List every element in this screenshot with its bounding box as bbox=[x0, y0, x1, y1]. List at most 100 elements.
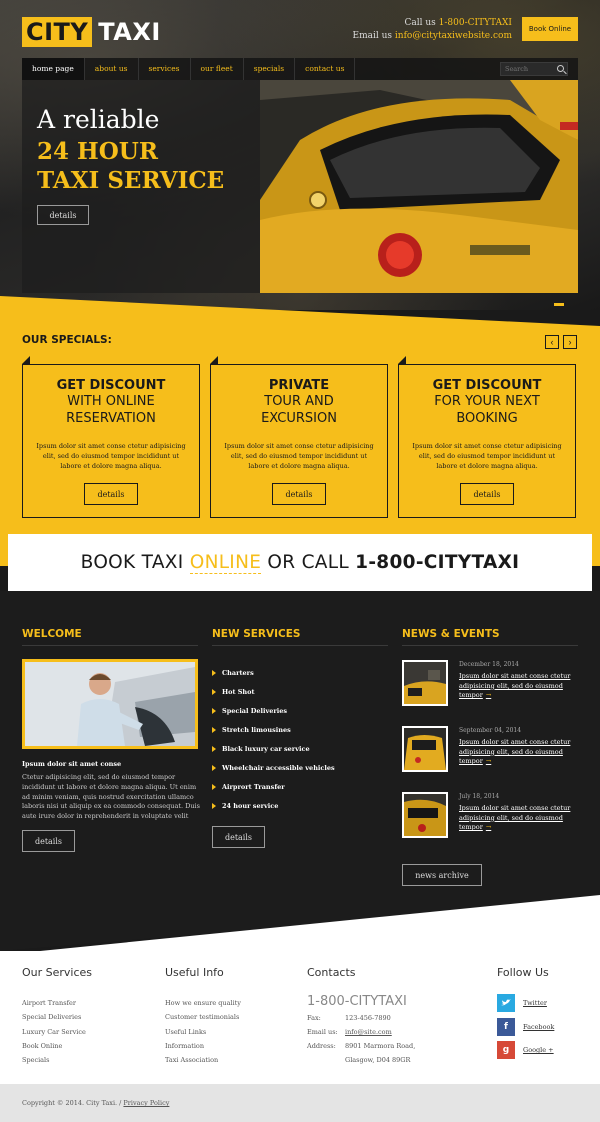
copyright-bar: Copyright © 2014. City Taxi. / Privacy P… bbox=[0, 1084, 600, 1122]
service-label: Special Deliveries bbox=[222, 706, 288, 715]
book-online-button[interactable]: Book Online bbox=[522, 17, 578, 41]
service-label: Black luxury car service bbox=[222, 744, 310, 753]
news-thumbnail[interactable] bbox=[402, 660, 448, 706]
news-archive-button[interactable]: news archive bbox=[402, 864, 482, 886]
call-line: Call us 1-800-CITYTAXI bbox=[353, 17, 512, 30]
news-link[interactable]: Ipsum dolor sit amet conse ctetur adipis… bbox=[459, 672, 577, 701]
logo[interactable]: CITY TAXI bbox=[22, 17, 161, 47]
footer-link[interactable]: Customer testimonials bbox=[165, 1010, 241, 1024]
welcome-text: Ctetur adipisicing elit, sed do eiusmod … bbox=[22, 773, 200, 823]
hero-headline-3: TAXI SERVICE bbox=[37, 167, 225, 194]
main-nav: home page about us services our fleet sp… bbox=[22, 58, 578, 80]
footer-link[interactable]: Airport Transfer bbox=[22, 996, 86, 1010]
driver-photo bbox=[22, 659, 198, 749]
list-item[interactable]: Stretch limousines bbox=[212, 720, 335, 739]
logo-taxi: TAXI bbox=[98, 18, 161, 46]
book-bar-text-2: OR CALL bbox=[261, 552, 356, 573]
bullet-arrow-icon bbox=[212, 688, 216, 695]
bullet-arrow-icon bbox=[212, 707, 216, 714]
nav-item-about[interactable]: about us bbox=[85, 58, 139, 80]
bullet-arrow-icon bbox=[212, 783, 216, 790]
footer-link[interactable]: Special Deliveries bbox=[22, 1010, 86, 1024]
footer-phone: 1-800-CITYTAXI bbox=[307, 994, 407, 1009]
nav-item-specials[interactable]: specials bbox=[244, 58, 296, 80]
prev-arrow-button[interactable]: ‹ bbox=[545, 335, 559, 349]
footer-email-link[interactable]: info@site.com bbox=[345, 1028, 392, 1036]
service-label: Charters bbox=[222, 668, 254, 677]
card-subheading-2: BOOKING bbox=[456, 411, 518, 426]
list-item[interactable]: Wheelchair accessible vehicles bbox=[212, 758, 335, 777]
privacy-policy-link[interactable]: Privacy Policy bbox=[123, 1099, 169, 1107]
footer-link[interactable]: Useful Links bbox=[165, 1025, 241, 1039]
call-number[interactable]: 1-800-CITYTAXI bbox=[439, 18, 512, 28]
list-item[interactable]: Airprort Transfer bbox=[212, 777, 335, 796]
nav-item-contact[interactable]: contact us bbox=[295, 58, 356, 80]
card-subheading-2: EXCURSION bbox=[261, 411, 337, 426]
card-text: Ipsum dolor sit amet conse ctetur adipis… bbox=[224, 442, 374, 470]
news-thumbnail[interactable] bbox=[402, 792, 448, 838]
footer-info-title: Useful Info bbox=[165, 966, 224, 979]
twitter-label: Twitter bbox=[523, 999, 547, 1007]
bullet-arrow-icon bbox=[212, 669, 216, 676]
nav-item-home[interactable]: home page bbox=[22, 58, 85, 80]
news-link[interactable]: Ipsum dolor sit amet conse ctetur adipis… bbox=[459, 738, 577, 767]
book-online-link[interactable]: ONLINE bbox=[189, 552, 262, 574]
news-item: September 04, 2014 Ipsum dolor sit amet … bbox=[402, 726, 578, 774]
card-details-button[interactable]: details bbox=[84, 483, 138, 505]
taxi-illustration bbox=[260, 80, 578, 293]
footer-link[interactable]: Luxury Car Service bbox=[22, 1025, 86, 1039]
news-link[interactable]: Ipsum dolor sit amet conse ctetur adipis… bbox=[459, 804, 577, 833]
list-item[interactable]: Hot Shot bbox=[212, 682, 335, 701]
arrow-right-icon: → bbox=[485, 757, 492, 765]
arrow-right-icon: → bbox=[485, 691, 492, 699]
card-details-button[interactable]: details bbox=[272, 483, 326, 505]
header-email-link[interactable]: info@citytaxiwebsite.com bbox=[395, 31, 512, 41]
card-heading: GET DISCOUNT bbox=[432, 378, 542, 393]
next-arrow-button[interactable]: › bbox=[563, 335, 577, 349]
hero-details-button[interactable]: details bbox=[37, 205, 89, 225]
call-prefix: Call us bbox=[404, 18, 439, 28]
nav-item-services[interactable]: services bbox=[139, 58, 191, 80]
taxi-photo bbox=[260, 80, 578, 293]
list-item[interactable]: Black luxury car service bbox=[212, 739, 335, 758]
list-item[interactable]: 24 hour service bbox=[212, 796, 335, 815]
footer-link[interactable]: How we ensure quality bbox=[165, 996, 241, 1010]
facebook-label: Facebook bbox=[523, 1023, 555, 1031]
card-notch bbox=[210, 356, 218, 364]
welcome-title: WELCOME bbox=[22, 628, 82, 640]
card-subheading-1: TOUR AND bbox=[264, 394, 334, 409]
fax-row: Fax: 123-456-7890 bbox=[307, 1014, 391, 1022]
footer-link[interactable]: Specials bbox=[22, 1053, 86, 1067]
news-item: December 18, 2014 Ipsum dolor sit amet c… bbox=[402, 660, 578, 708]
facebook-link[interactable]: f Facebook bbox=[497, 1018, 554, 1036]
hero-headline-2: 24 HOUR bbox=[37, 138, 158, 165]
address-row: Address: 8901 Marmora Road, bbox=[307, 1042, 415, 1050]
news-thumbnail-image bbox=[404, 662, 446, 704]
list-item[interactable]: Special Deliveries bbox=[212, 701, 335, 720]
arrow-right-icon: → bbox=[485, 823, 492, 831]
welcome-details-button[interactable]: details bbox=[22, 830, 75, 852]
bullet-arrow-icon bbox=[212, 745, 216, 752]
news-date: December 18, 2014 bbox=[459, 661, 519, 668]
search-icon[interactable] bbox=[557, 65, 564, 72]
service-label: Airprort Transfer bbox=[222, 782, 285, 791]
twitter-link[interactable]: Twitter bbox=[497, 994, 547, 1012]
slider-indicator[interactable] bbox=[554, 303, 564, 306]
news-thumbnail[interactable] bbox=[402, 726, 448, 772]
card-details-button[interactable]: details bbox=[460, 483, 514, 505]
google-link[interactable]: g Google + bbox=[497, 1041, 554, 1059]
new-services-divider bbox=[212, 645, 388, 646]
email-prefix: Email us bbox=[352, 31, 395, 41]
news-divider bbox=[402, 645, 578, 646]
footer-link[interactable]: Book Online bbox=[22, 1039, 86, 1053]
footer-contacts-title: Contacts bbox=[307, 966, 356, 979]
footer-link[interactable]: Information bbox=[165, 1039, 241, 1053]
services-details-button[interactable]: details bbox=[212, 826, 265, 848]
list-item[interactable]: Charters bbox=[212, 663, 335, 682]
nav-item-fleet[interactable]: our fleet bbox=[191, 58, 244, 80]
footer-services-list: Airport Transfer Special Deliveries Luxu… bbox=[22, 996, 86, 1067]
twitter-icon bbox=[497, 994, 515, 1012]
service-label: Hot Shot bbox=[222, 687, 255, 696]
email-label: Email us: bbox=[307, 1028, 338, 1036]
footer-link[interactable]: Taxi Association bbox=[165, 1053, 241, 1067]
